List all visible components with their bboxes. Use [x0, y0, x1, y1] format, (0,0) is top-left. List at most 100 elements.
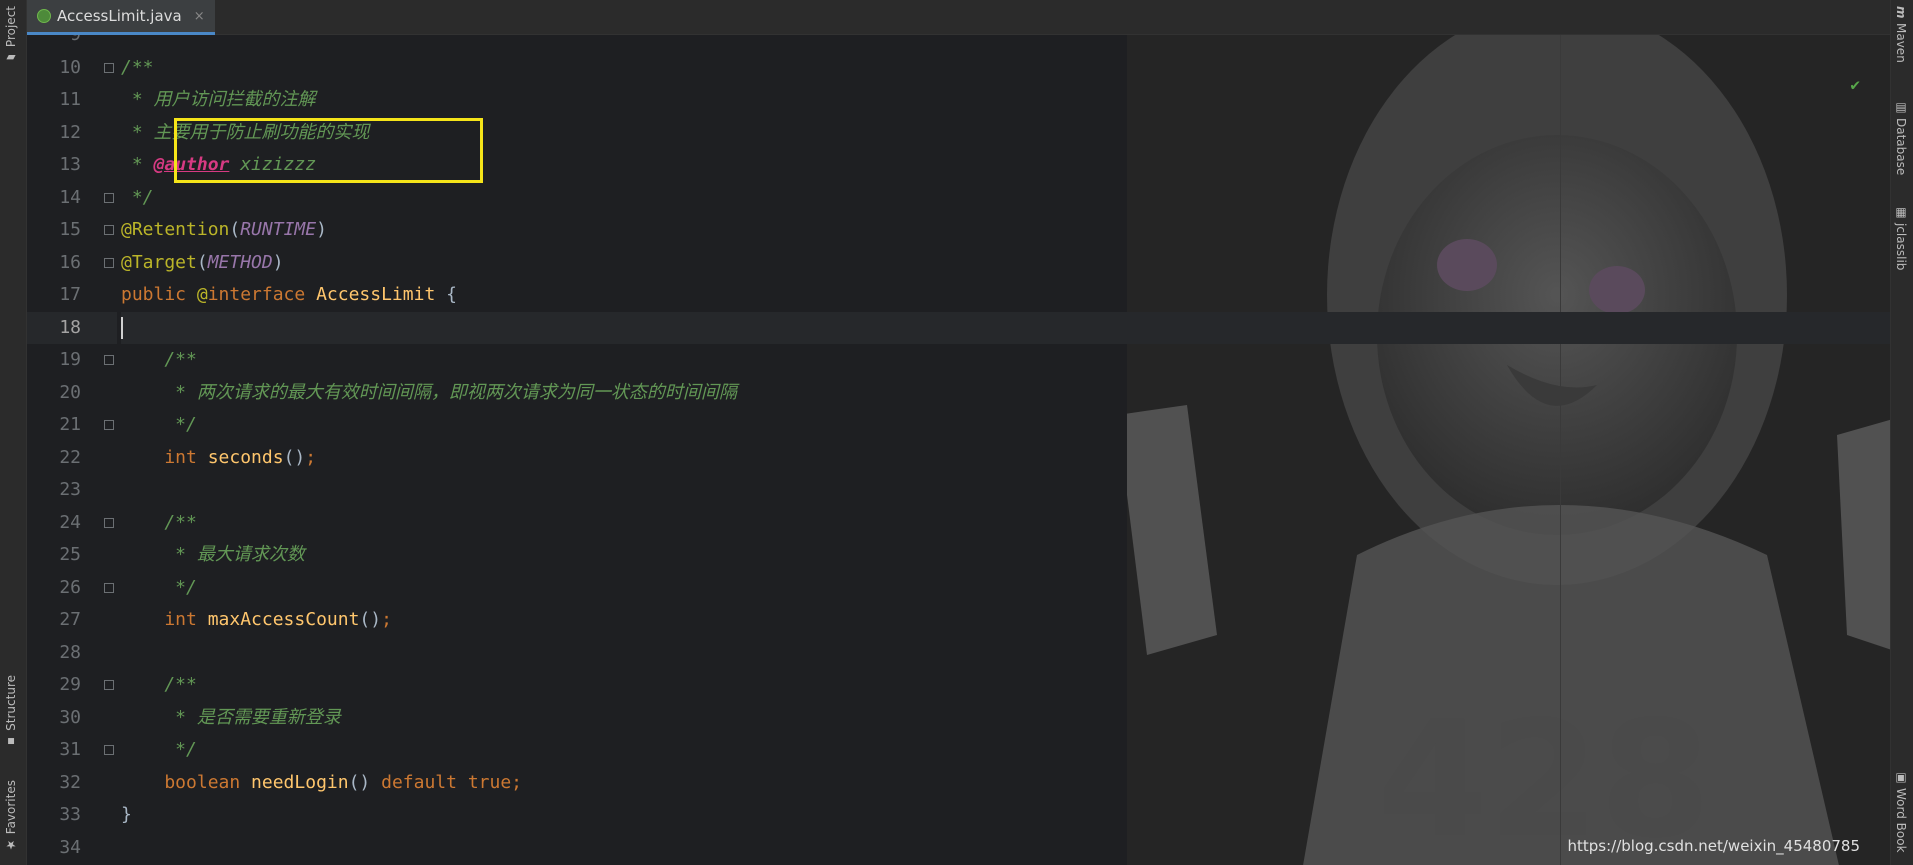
line-number: 33: [59, 804, 81, 825]
code-token: (): [283, 446, 306, 468]
structure-tool-tab[interactable]: ▪ Structure: [4, 675, 18, 749]
code-line[interactable]: /**: [121, 52, 1890, 85]
gutter-line: 21: [27, 409, 117, 442]
fold-marker-icon[interactable]: [104, 745, 114, 755]
database-icon: ▤: [1894, 100, 1908, 114]
code-line[interactable]: [121, 474, 1890, 507]
code-line[interactable]: * 用户访问拦截的注解: [121, 84, 1890, 117]
gutter-line: 13: [27, 149, 117, 182]
code-token: /**: [121, 674, 197, 695]
gutter-line: 18: [27, 311, 117, 344]
fold-marker-icon[interactable]: [104, 257, 114, 268]
gutter-line: 32: [27, 767, 117, 800]
editor-tab-bar: AccessLimit.java ×: [27, 0, 1890, 35]
code-token: */: [121, 414, 197, 435]
right-tool-strip: m Maven ▤ Database ▦ jclasslib ▣ Word Bo…: [1890, 0, 1913, 865]
database-tool-tab[interactable]: ▤ Database: [1894, 100, 1908, 175]
maven-icon: m: [1894, 6, 1908, 19]
code-line[interactable]: */: [121, 409, 1890, 442]
close-icon[interactable]: ×: [194, 9, 205, 24]
code-line[interactable]: @Target(METHOD): [121, 247, 1890, 280]
jclasslib-tool-tab[interactable]: ▦ jclasslib: [1894, 205, 1908, 270]
gutter-line: 14: [27, 182, 117, 215]
maven-tool-label: Maven: [1894, 22, 1908, 63]
wordbook-tool-tab[interactable]: ▣ Word Book: [1894, 770, 1908, 853]
code-token: maxAccessCount: [207, 609, 360, 630]
code-token: interface: [207, 284, 317, 305]
code-token: {: [446, 284, 457, 305]
code-line[interactable]: [121, 35, 1890, 52]
fold-marker-icon[interactable]: [104, 62, 114, 73]
gutter-line: 26: [27, 572, 117, 605]
favorites-tool-label: Favorites: [4, 780, 18, 835]
code-token: * 是否需要重新登录: [121, 706, 341, 728]
code-line[interactable]: int seconds();: [121, 442, 1890, 475]
code-line[interactable]: @Retention(RUNTIME): [121, 214, 1890, 247]
code-token: @Retention: [121, 219, 230, 240]
code-line[interactable]: */: [121, 182, 1890, 215]
code-line[interactable]: * 是否需要重新登录: [121, 702, 1890, 735]
code-line[interactable]: boolean needLogin() default true;: [121, 767, 1890, 800]
wordbook-tool-label: Word Book: [1894, 788, 1908, 853]
fold-marker-icon[interactable]: [104, 517, 114, 528]
project-tool-tab[interactable]: ▰ Project: [4, 6, 18, 65]
line-number: 15: [59, 219, 81, 240]
line-number: 18: [59, 316, 81, 338]
tab-accesslimit-java[interactable]: AccessLimit.java ×: [27, 0, 215, 35]
line-number: 20: [59, 381, 81, 403]
code-token: int: [121, 446, 208, 468]
code-token: int: [121, 609, 208, 630]
fold-marker-icon[interactable]: [104, 225, 114, 235]
jclasslib-icon: ▦: [1894, 205, 1908, 219]
code-line[interactable]: int maxAccessCount();: [121, 604, 1890, 637]
code-line[interactable]: public @interface AccessLimit {: [121, 279, 1890, 312]
project-tool-label: Project: [4, 6, 18, 48]
line-number: 28: [59, 641, 81, 663]
database-tool-label: Database: [1894, 118, 1908, 176]
line-number: 29: [59, 674, 81, 695]
fold-marker-icon[interactable]: [104, 582, 114, 593]
code-token: ): [272, 251, 284, 273]
gutter-line: 19: [27, 344, 117, 377]
code-line[interactable]: [121, 311, 1890, 344]
code-line[interactable]: * 两次请求的最大有效时间间隔，即视两次请求为同一状态的时间间隔: [121, 377, 1890, 410]
code-editor[interactable]: 428 910111213141516171819202122232425262…: [27, 35, 1890, 865]
line-number: 34: [59, 836, 81, 858]
line-number: 19: [59, 349, 81, 370]
gutter-line: 17: [27, 279, 117, 312]
highlight-annotation-box: [174, 118, 483, 183]
code-token: */: [121, 576, 197, 598]
code-line[interactable]: [121, 637, 1890, 670]
code-token: ;: [305, 446, 317, 468]
gutter-line: 9: [27, 35, 117, 52]
code-line[interactable]: /**: [121, 669, 1890, 702]
code-line[interactable]: /**: [121, 344, 1890, 377]
line-number: 22: [59, 446, 81, 468]
fold-marker-icon[interactable]: [104, 680, 114, 690]
code-token: @Target: [121, 251, 197, 273]
maven-tool-tab[interactable]: m Maven: [1894, 6, 1908, 62]
line-number: 21: [59, 414, 81, 435]
fold-marker-icon[interactable]: [104, 420, 114, 430]
line-number: 32: [59, 771, 81, 793]
code-line[interactable]: */: [121, 572, 1890, 605]
fold-marker-icon[interactable]: [104, 355, 114, 365]
code-token: RUNTIME: [240, 219, 317, 240]
line-number: 23: [59, 479, 81, 500]
code-token: /**: [121, 349, 197, 370]
code-token: ): [316, 219, 327, 240]
code-line[interactable]: */: [121, 734, 1890, 767]
code-token: * 两次请求的最大有效时间间隔，即视两次请求为同一状态的时间间隔: [121, 381, 737, 403]
code-token: @: [196, 284, 208, 305]
code-line[interactable]: }: [121, 799, 1890, 832]
fold-marker-icon[interactable]: [104, 192, 114, 203]
code-line[interactable]: * 最大请求次数: [121, 539, 1890, 572]
inspection-ok-icon[interactable]: ✔: [1850, 75, 1860, 94]
code-token: (): [348, 771, 382, 793]
code-line[interactable]: /**: [121, 507, 1890, 540]
gutter-line: 29: [27, 669, 117, 702]
gutter-line: 31: [27, 734, 117, 767]
favorites-tool-tab[interactable]: ★ Favorites: [4, 780, 18, 852]
code-token: /**: [121, 56, 154, 78]
line-number: 16: [59, 251, 81, 273]
